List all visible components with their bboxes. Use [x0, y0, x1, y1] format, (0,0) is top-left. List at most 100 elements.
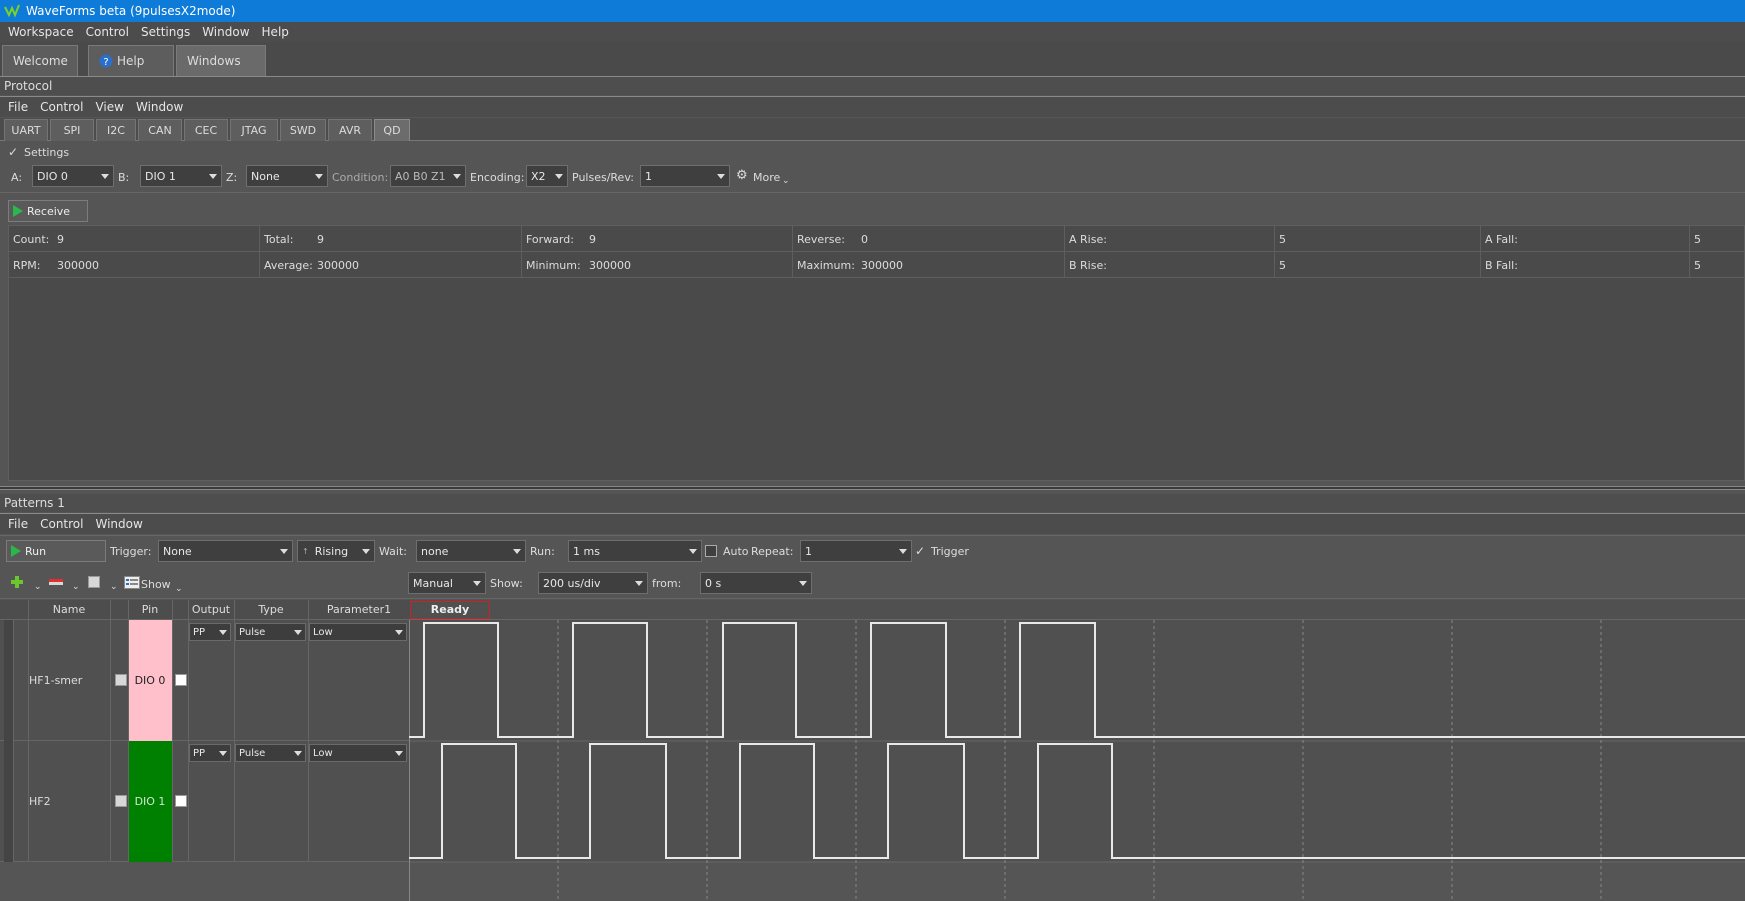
minimum-label: Minimum:: [526, 258, 581, 272]
channel-z-select[interactable]: None: [246, 165, 328, 187]
chevron-down-icon: [799, 581, 807, 586]
grid-line: [308, 600, 309, 862]
tab-welcome[interactable]: Welcome: [2, 45, 78, 76]
parameter1-value: Low: [313, 626, 333, 638]
b-fall-value: 5: [1694, 258, 1701, 272]
chevron-down-icon: [899, 549, 907, 554]
tab-help[interactable]: ? Help: [88, 45, 174, 76]
timebase-value: 200 us/div: [543, 576, 601, 590]
repeat-select[interactable]: 1: [800, 540, 912, 562]
chevron-down-icon[interactable]: ⌄: [110, 580, 118, 594]
tab-windows[interactable]: Windows: [176, 45, 266, 76]
type-select[interactable]: Pulse: [235, 623, 306, 641]
channel-a-label: A:: [11, 171, 23, 184]
chevron-down-icon: [555, 174, 563, 179]
menu-settings[interactable]: Settings: [141, 25, 190, 39]
menu-help[interactable]: Help: [262, 25, 289, 39]
parameter1-select[interactable]: Low: [309, 623, 407, 641]
output-select[interactable]: PP: [189, 744, 231, 762]
row-handle[interactable]: [4, 620, 14, 862]
tab-uart[interactable]: UART: [4, 119, 48, 141]
settings-check-icon[interactable]: ✓: [8, 145, 18, 159]
channel-name[interactable]: HF2: [29, 795, 51, 809]
gear-icon[interactable]: ⚙: [736, 169, 748, 183]
b-rise-value: 5: [1279, 258, 1286, 272]
protocol-menu-file[interactable]: File: [8, 100, 28, 114]
protocol-menu-window[interactable]: Window: [136, 100, 183, 114]
b-rise-label: B Rise:: [1069, 258, 1107, 272]
splitter[interactable]: [0, 486, 1745, 490]
trigger-source-select[interactable]: None: [158, 540, 293, 562]
receive-button[interactable]: Receive: [8, 200, 88, 222]
menu-window[interactable]: Window: [202, 25, 249, 39]
tab-qd[interactable]: QD: [374, 119, 410, 141]
condition-select[interactable]: A0 B0 Z1: [390, 165, 466, 187]
more-button[interactable]: More: [753, 171, 780, 185]
trigger-label: Trigger:: [110, 545, 152, 558]
parameter1-select[interactable]: Low: [309, 744, 407, 762]
column-header-type[interactable]: Type: [234, 600, 308, 620]
column-header-output[interactable]: Output: [188, 600, 234, 620]
edit-icon[interactable]: [115, 795, 127, 807]
remove-icon[interactable]: [48, 576, 64, 588]
tab-jtag[interactable]: JTAG: [230, 119, 278, 141]
menu-control[interactable]: Control: [86, 25, 129, 39]
patterns-menu-window[interactable]: Window: [95, 517, 142, 531]
auto-checkbox[interactable]: [705, 545, 717, 557]
patterns-menu-control[interactable]: Control: [40, 517, 83, 531]
menu-workspace[interactable]: Workspace: [8, 25, 74, 39]
type-select[interactable]: Pulse: [235, 744, 306, 762]
a-fall-value: 5: [1694, 232, 1701, 246]
waveform-plot[interactable]: [409, 620, 1745, 901]
tab-i2c[interactable]: I2C: [96, 119, 136, 141]
protocol-menu-view[interactable]: View: [95, 100, 123, 114]
help-icon: ?: [99, 54, 113, 68]
rpm-value: 300000: [57, 258, 99, 272]
column-divider: [259, 226, 260, 278]
edit-icon[interactable]: [115, 674, 127, 686]
chevron-down-icon: [453, 174, 461, 179]
mode-select[interactable]: Manual: [408, 572, 486, 594]
tab-cec[interactable]: CEC: [184, 119, 228, 141]
pencil-icon[interactable]: [175, 795, 187, 807]
column-header-name[interactable]: Name: [28, 600, 110, 620]
trigger-check-icon[interactable]: ✓: [915, 544, 925, 558]
list-icon[interactable]: [124, 576, 140, 589]
repeat-label: Repeat:: [751, 545, 794, 558]
wait-select[interactable]: none: [416, 540, 526, 562]
pin-cell[interactable]: DIO 1: [128, 741, 172, 862]
protocol-menu-control[interactable]: Control: [40, 100, 83, 114]
run-time-label: Run:: [530, 545, 555, 558]
trigger-edge-select[interactable]: ↑ Rising: [297, 540, 375, 562]
channel-z-label: Z:: [226, 171, 238, 184]
chevron-down-icon[interactable]: ⌄: [782, 174, 790, 188]
tab-help-label: Help: [117, 54, 145, 68]
pencil-icon[interactable]: [175, 674, 187, 686]
tab-avr[interactable]: AVR: [328, 119, 372, 141]
main-menu-bar: Workspace Control Settings Window Help: [0, 22, 1745, 42]
run-time-select[interactable]: 1 ms: [568, 540, 702, 562]
chevron-down-icon[interactable]: ⌄: [175, 582, 183, 596]
channel-b-label: B:: [118, 171, 130, 184]
timebase-select[interactable]: 200 us/div: [538, 572, 648, 594]
run-button[interactable]: Run: [6, 540, 106, 562]
channel-name[interactable]: HF1-smer: [29, 674, 82, 688]
output-select[interactable]: PP: [189, 623, 231, 641]
from-select[interactable]: 0 s: [700, 572, 812, 594]
column-header-parameter1[interactable]: Parameter1: [308, 600, 410, 620]
tab-can[interactable]: CAN: [138, 119, 182, 141]
patterns-menu-file[interactable]: File: [8, 517, 28, 531]
tab-swd[interactable]: SWD: [280, 119, 326, 141]
chevron-down-icon[interactable]: ⌄: [72, 580, 80, 594]
edit-icon[interactable]: [88, 576, 100, 588]
column-header-pin[interactable]: Pin: [128, 600, 172, 620]
channel-b-select[interactable]: DIO 1: [140, 165, 222, 187]
chevron-down-icon[interactable]: ⌄: [34, 580, 42, 594]
encoding-select[interactable]: X2: [526, 165, 568, 187]
pulses-select[interactable]: 1: [640, 165, 730, 187]
tab-spi[interactable]: SPI: [50, 119, 94, 141]
add-icon[interactable]: [10, 575, 24, 589]
channel-a-select[interactable]: DIO 0: [32, 165, 114, 187]
pin-cell[interactable]: DIO 0: [128, 620, 172, 741]
show-button[interactable]: Show: [141, 578, 171, 592]
